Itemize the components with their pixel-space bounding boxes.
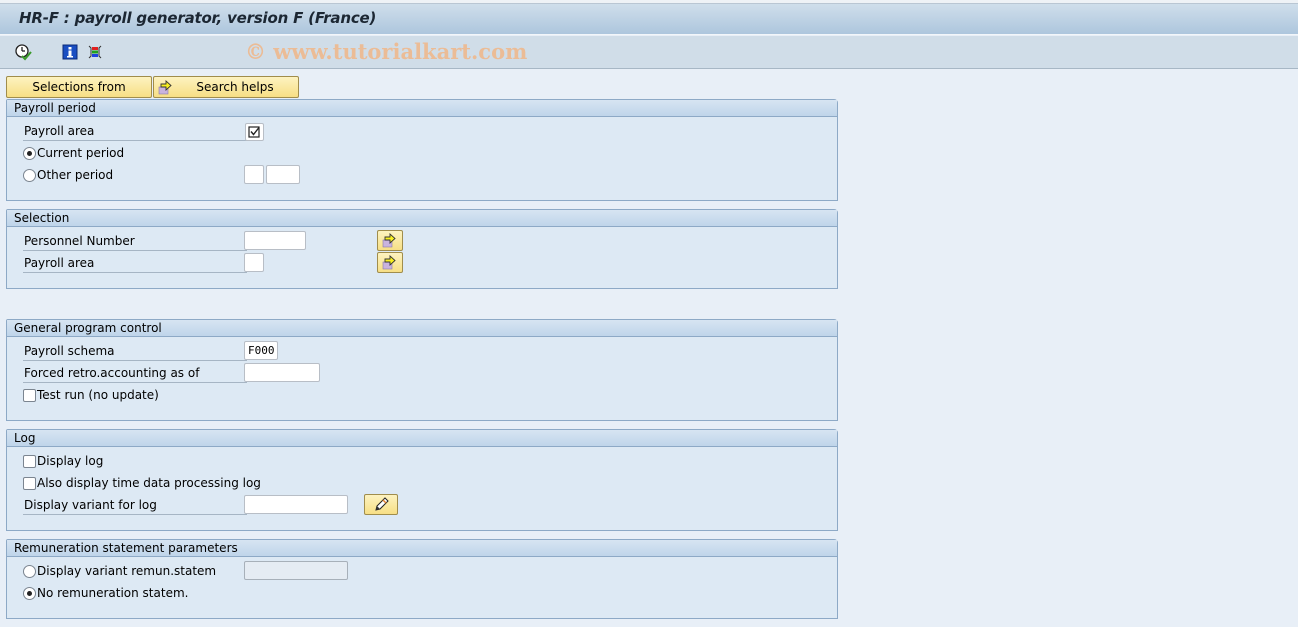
search-helps-label: Search helps: [196, 80, 274, 94]
group-title: Payroll period: [7, 100, 837, 117]
arrow-right-icon: [382, 254, 396, 270]
watermark: © www.tutorialkart.com: [245, 39, 528, 64]
application-toolbar: © www.tutorialkart.com: [0, 36, 1298, 69]
selections-from-button[interactable]: Selections from: [6, 76, 152, 98]
display-variant-log-input[interactable]: [244, 495, 348, 514]
current-period-label: Current period: [37, 146, 125, 160]
display-variant-remun-input: [244, 561, 348, 580]
payroll-area-label: Payroll area: [23, 253, 247, 273]
group-title: Remuneration statement parameters: [7, 540, 837, 557]
personnel-number-multiple-selection-button[interactable]: [377, 230, 403, 251]
test-run-label: Test run (no update): [37, 388, 159, 402]
display-log-label: Display log: [37, 454, 104, 468]
payroll-area-checkbox[interactable]: [245, 123, 264, 141]
payroll-area-multiple-selection-button[interactable]: [377, 252, 403, 273]
selections-from-label: Selections from: [32, 80, 126, 94]
payroll-area-label: Payroll area: [23, 121, 247, 141]
search-helps-button[interactable]: Search helps: [153, 76, 299, 98]
payroll-schema-input[interactable]: F000: [244, 341, 278, 360]
personnel-number-label: Personnel Number: [23, 231, 247, 251]
group-selection: Selection Personnel Number Payroll area: [6, 209, 838, 289]
forced-retro-label: Forced retro.accounting as of: [23, 363, 247, 383]
test-run-checkbox[interactable]: [23, 389, 36, 402]
group-remuneration-statement: Remuneration statement parameters Displa…: [6, 539, 838, 619]
display-variant-remun-radio[interactable]: [23, 565, 36, 578]
time-data-log-checkbox[interactable]: [23, 477, 36, 490]
group-title: Log: [7, 430, 837, 447]
forced-retro-input[interactable]: [244, 363, 320, 382]
arrow-right-icon: [158, 79, 174, 98]
other-period-input-1[interactable]: [244, 165, 264, 184]
group-title: Selection: [7, 210, 837, 227]
other-period-radio[interactable]: [23, 169, 36, 182]
group-title: General program control: [7, 320, 837, 337]
display-variant-remun-label: Display variant remun.statem: [37, 564, 217, 578]
group-general-program-control: General program control Payroll schema F…: [6, 319, 838, 421]
execute-icon[interactable]: [14, 43, 32, 61]
no-remuneration-radio[interactable]: [23, 587, 36, 600]
title-bar: HR-F : payroll generator, version F (Fra…: [0, 4, 1298, 35]
selection-screen-icon[interactable]: [86, 43, 104, 61]
group-log: Log Display log Also display time data p…: [6, 429, 838, 531]
other-period-input-2[interactable]: [266, 165, 300, 184]
info-icon[interactable]: [61, 43, 79, 61]
selection-screen: Selections from Search helps Payroll per…: [0, 70, 1298, 627]
display-variant-log-label: Display variant for log: [23, 495, 247, 515]
arrow-right-icon: [382, 232, 396, 248]
payroll-schema-label: Payroll schema: [23, 341, 247, 361]
edit-display-variant-button[interactable]: [364, 494, 398, 515]
pencil-icon: [375, 497, 389, 511]
page-title: HR-F : payroll generator, version F (Fra…: [19, 9, 377, 27]
payroll-area-input[interactable]: [244, 253, 264, 272]
checkmark-icon: [248, 126, 260, 138]
display-log-checkbox[interactable]: [23, 455, 36, 468]
other-period-label: Other period: [37, 168, 114, 182]
current-period-radio[interactable]: [23, 147, 36, 160]
personnel-number-input[interactable]: [244, 231, 306, 250]
no-remuneration-label: No remuneration statem.: [37, 586, 189, 600]
time-data-log-label: Also display time data processing log: [37, 476, 261, 490]
group-payroll-period: Payroll period Payroll area Current peri…: [6, 99, 838, 201]
